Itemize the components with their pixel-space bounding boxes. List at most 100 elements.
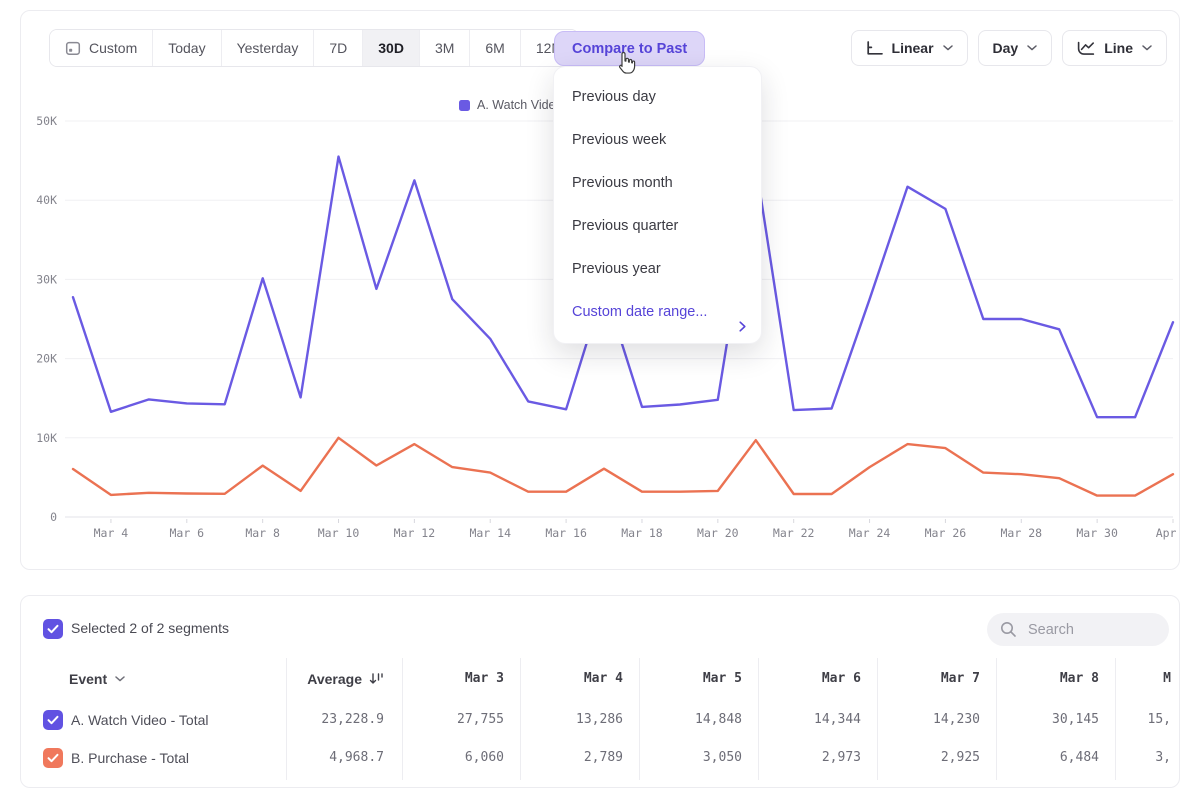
menu-item-previous-month[interactable]: Previous month — [554, 162, 761, 205]
segment-checkbox[interactable] — [43, 748, 63, 768]
chevron-right-icon — [739, 307, 746, 350]
chevron-down-icon — [1142, 45, 1152, 51]
date-value: 15, — [1148, 708, 1171, 732]
date-column-header: Mar 3 — [465, 667, 504, 691]
date-value: 14,848 — [695, 708, 742, 732]
x-axis-tick-label: Mar 16 — [545, 526, 587, 540]
range-yesterday[interactable]: Yesterday — [222, 30, 315, 66]
average-column-header[interactable]: Average — [307, 667, 384, 691]
y-axis-tick-label: 20K — [36, 352, 57, 366]
range-custom[interactable]: Custom — [50, 30, 153, 66]
date-value: 2,925 — [941, 746, 980, 770]
date-column-header: Mar 4 — [584, 667, 623, 691]
column-separator — [520, 658, 521, 780]
y-axis-tick-label: 50K — [36, 114, 57, 128]
date-value: 2,973 — [822, 746, 861, 770]
x-axis-tick-label: Mar 8 — [245, 526, 280, 540]
x-axis-tick-label: Mar 10 — [318, 526, 360, 540]
scale-dropdown-label: Linear — [892, 40, 934, 56]
range-label: 30D — [378, 40, 404, 56]
chevron-down-icon — [943, 45, 953, 51]
date-column-header: Mar 8 — [1060, 667, 1099, 691]
chevron-down-icon — [1027, 45, 1037, 51]
interval-dropdown-button[interactable]: Day — [978, 30, 1053, 66]
x-axis-tick-label: Mar 4 — [94, 526, 129, 540]
range-label: 3M — [435, 40, 454, 56]
date-column-header: Mar 6 — [822, 667, 861, 691]
date-value: 30,145 — [1052, 708, 1099, 732]
x-axis-tick-label: Mar 14 — [469, 526, 511, 540]
range-label: Yesterday — [237, 40, 299, 56]
menu-item-previous-year[interactable]: Previous year — [554, 248, 761, 291]
column-separator — [877, 658, 878, 780]
scale-dropdown-button[interactable]: Linear — [851, 30, 968, 66]
column-separator — [996, 658, 997, 780]
check-icon — [47, 753, 59, 763]
average-value: 23,228.9 — [321, 708, 384, 732]
x-axis-tick-label: Mar 26 — [925, 526, 967, 540]
menu-item-previous-day[interactable]: Previous day — [554, 76, 761, 119]
range-6m[interactable]: 6M — [470, 30, 520, 66]
date-column-header: Mar 7 — [941, 667, 980, 691]
segment-search[interactable] — [987, 613, 1169, 646]
date-value: 6,484 — [1060, 746, 1099, 770]
select-all-checkbox[interactable] — [43, 619, 63, 639]
menu-item-previous-quarter[interactable]: Previous quarter — [554, 205, 761, 248]
event-header-label: Event — [69, 667, 107, 691]
date-value: 13,286 — [576, 708, 623, 732]
x-axis-tick-label: Mar 30 — [1076, 526, 1118, 540]
range-label: 6M — [485, 40, 504, 56]
chart-display-controls: Linear Day Line — [851, 30, 1167, 66]
date-value: 14,230 — [933, 708, 980, 732]
series-b-line[interactable] — [73, 438, 1173, 496]
range-label: Custom — [89, 40, 137, 56]
segment-row-label: B. Purchase - Total — [71, 746, 189, 770]
segment-row-label: A. Watch Video - Total — [71, 708, 208, 732]
linear-scale-icon — [866, 41, 883, 56]
date-value: 2,789 — [584, 746, 623, 770]
segments-table-card: Selected 2 of 2 segments Event Average M… — [20, 595, 1180, 788]
segment-checkbox[interactable] — [43, 710, 63, 730]
x-axis-tick-label: Apr 1 — [1156, 526, 1179, 540]
custom-date-range-label: Custom date range... — [572, 304, 707, 320]
interval-dropdown-label: Day — [993, 40, 1019, 56]
x-axis-tick-label: Mar 18 — [621, 526, 663, 540]
column-separator — [402, 658, 403, 780]
line-chart-icon — [1077, 41, 1095, 56]
menu-item-previous-week[interactable]: Previous week — [554, 119, 761, 162]
average-header-label: Average — [307, 667, 362, 691]
column-separator — [639, 658, 640, 780]
y-axis-tick-label: 10K — [36, 431, 57, 445]
column-separator — [758, 658, 759, 780]
date-value: 6,060 — [465, 746, 504, 770]
range-today[interactable]: Today — [153, 30, 221, 66]
y-axis-tick-label: 30K — [36, 272, 57, 286]
range-label: 7D — [329, 40, 347, 56]
x-axis-tick-label: Mar 28 — [1001, 526, 1043, 540]
column-separator — [1115, 658, 1116, 780]
date-range-control: CustomTodayYesterday7D30D3M6M12M — [49, 29, 579, 67]
calendar-icon — [65, 40, 81, 56]
selected-segments-summary: Selected 2 of 2 segments — [71, 620, 229, 636]
date-value: 14,344 — [814, 708, 861, 732]
range-label: Today — [168, 40, 205, 56]
compare-to-past-label: Compare to Past — [572, 41, 687, 57]
y-axis-tick-label: 0 — [50, 510, 57, 524]
date-value: 3, — [1155, 746, 1171, 770]
check-icon — [47, 715, 59, 725]
check-icon — [47, 624, 59, 634]
range-7d[interactable]: 7D — [314, 30, 363, 66]
x-axis-tick-label: Mar 24 — [849, 526, 891, 540]
y-axis-tick-label: 40K — [36, 193, 57, 207]
column-separator — [286, 658, 287, 780]
search-input[interactable] — [1026, 621, 1156, 639]
compare-to-past-button[interactable]: Compare to Past — [554, 31, 705, 66]
menu-item-custom-date-range[interactable]: Custom date range... — [554, 291, 761, 334]
sort-descending-icon — [369, 673, 384, 685]
chart-type-dropdown-label: Line — [1104, 40, 1133, 56]
chart-type-dropdown-button[interactable]: Line — [1062, 30, 1167, 66]
event-column-header[interactable]: Event — [69, 667, 125, 691]
range-30d[interactable]: 30D — [363, 30, 420, 66]
range-3m[interactable]: 3M — [420, 30, 470, 66]
x-axis-tick-label: Mar 20 — [697, 526, 739, 540]
